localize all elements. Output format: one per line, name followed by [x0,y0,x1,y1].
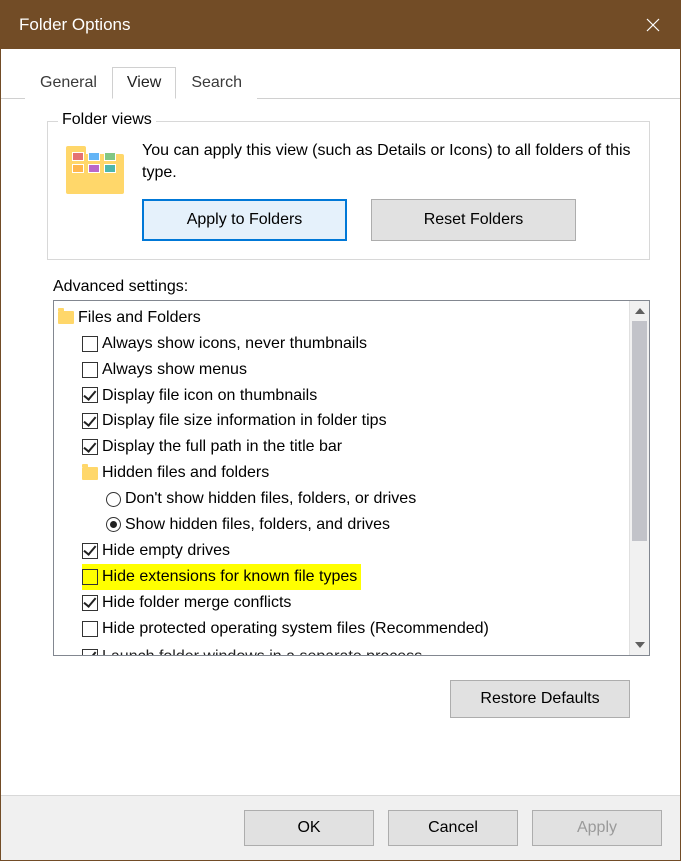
option-hide-extensions[interactable]: Hide extensions for known file types [58,564,629,590]
checkbox-icon [82,621,98,637]
option-label: Show hidden files, folders, and drives [125,512,390,538]
option-dont-show-hidden[interactable]: Don't show hidden files, folders, or dri… [58,486,629,512]
radio-icon [106,517,121,532]
option-label: Launch folder windows in a separate proc… [102,644,422,655]
option-label: Hide extensions for known file types [102,564,357,590]
folder-icon [58,311,74,324]
tab-view[interactable]: View [112,67,176,99]
scroll-down-button[interactable] [630,635,649,655]
close-button[interactable] [630,1,676,49]
option-label: Always show menus [102,357,247,383]
tab-content: Folder views You can apply this view (su… [1,99,680,728]
scroll-track[interactable] [630,321,649,635]
checkbox-icon [82,569,98,585]
option-hide-empty-drives[interactable]: Hide empty drives [58,538,629,564]
scroll-up-button[interactable] [630,301,649,321]
tab-search[interactable]: Search [176,67,257,99]
folder-views-group: Folder views You can apply this view (su… [47,121,650,260]
close-icon [646,18,660,32]
folder-views-title: Folder views [58,111,156,129]
apply-button[interactable]: Apply [532,810,662,846]
option-display-file-size[interactable]: Display file size information in folder … [58,408,629,434]
scroll-thumb[interactable] [632,321,647,541]
option-label: Always show icons, never thumbnails [102,331,367,357]
option-display-full-path[interactable]: Display the full path in the title bar [58,434,629,460]
checkbox-icon [82,649,98,655]
radio-icon [106,492,121,507]
option-label: Hide empty drives [102,538,230,564]
checkbox-icon [82,595,98,611]
folder-views-description: You can apply this view (such as Details… [142,140,631,185]
chevron-up-icon [635,308,645,314]
highlight-marker: Hide extensions for known file types [82,564,361,590]
option-label: Hide folder merge conflicts [102,590,291,616]
restore-defaults-button[interactable]: Restore Defaults [450,680,630,718]
titlebar: Folder Options [1,1,680,49]
chevron-down-icon [635,642,645,648]
tree-root-files-folders: Files and Folders [58,305,629,331]
checkbox-icon [82,439,98,455]
tree-group-label: Hidden files and folders [102,460,269,486]
option-label: Hide protected operating system files (R… [102,616,489,642]
folder-icon [82,467,98,480]
option-always-show-icons[interactable]: Always show icons, never thumbnails [58,331,629,357]
option-always-show-menus[interactable]: Always show menus [58,357,629,383]
apply-to-folders-button[interactable]: Apply to Folders [142,199,347,241]
option-launch-separate-process[interactable]: Launch folder windows in a separate proc… [58,644,629,655]
checkbox-icon [82,336,98,352]
tree-scrollbar[interactable] [629,301,649,655]
dialog-footer: OK Cancel Apply [1,795,680,860]
option-display-file-icon[interactable]: Display file icon on thumbnails [58,383,629,409]
checkbox-icon [82,387,98,403]
tab-strip: General View Search [1,49,680,99]
cancel-button[interactable]: Cancel [388,810,518,846]
checkbox-icon [82,413,98,429]
option-label: Display file size information in folder … [102,408,387,434]
checkbox-icon [82,362,98,378]
tree-root-label: Files and Folders [78,305,201,331]
folder-options-window: Folder Options General View Search Folde… [0,0,681,861]
tree-hidden-files-group: Hidden files and folders [58,460,629,486]
option-label: Display the full path in the title bar [102,434,342,460]
option-label: Don't show hidden files, folders, or dri… [125,486,416,512]
option-hide-protected-os-files[interactable]: Hide protected operating system files (R… [58,616,629,642]
option-show-hidden[interactable]: Show hidden files, folders, and drives [58,512,629,538]
window-title: Folder Options [19,15,630,35]
reset-folders-button[interactable]: Reset Folders [371,199,576,241]
folder-views-icon [66,144,124,194]
option-hide-merge-conflicts[interactable]: Hide folder merge conflicts [58,590,629,616]
advanced-settings-tree: Files and Folders Always show icons, nev… [53,300,650,656]
advanced-settings-label: Advanced settings: [53,278,658,296]
option-label: Display file icon on thumbnails [102,383,317,409]
checkbox-icon [82,543,98,559]
tab-general[interactable]: General [25,67,112,99]
tree-content: Files and Folders Always show icons, nev… [54,301,629,655]
ok-button[interactable]: OK [244,810,374,846]
